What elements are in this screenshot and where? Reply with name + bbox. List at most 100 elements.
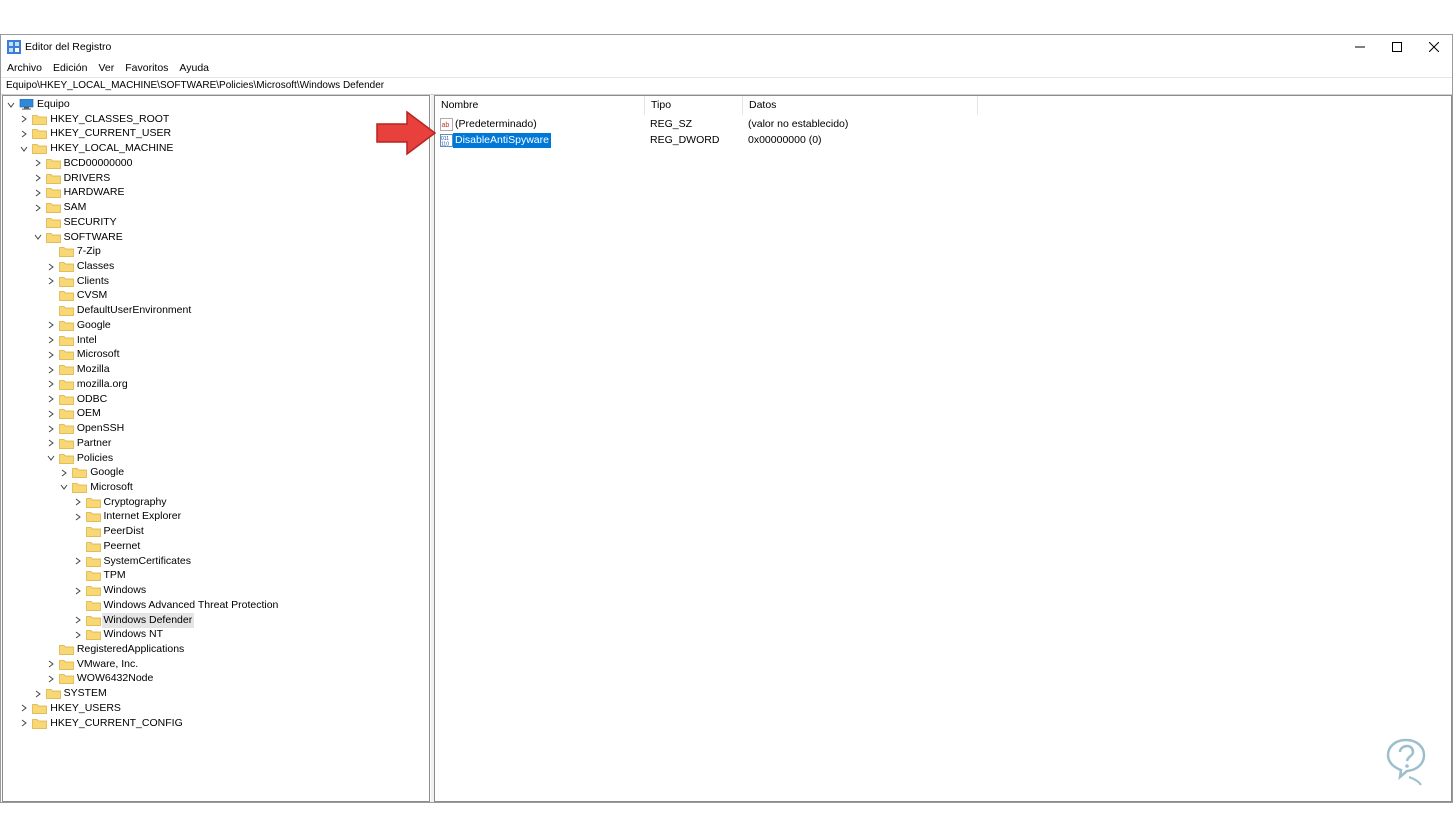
tree-node[interactable]: Windows NT [3, 627, 429, 642]
chevron-down-icon[interactable] [19, 141, 29, 156]
tree-node[interactable]: Microsoft [3, 480, 429, 495]
tree-node[interactable]: mozilla.org [3, 377, 429, 392]
tree-node[interactable]: CVSM [3, 288, 429, 303]
key-tree-pane[interactable]: Equipo HKEY_CLASSES_ROOT HKEY_CURRENT_USER… [2, 95, 430, 802]
tree-node[interactable]: Microsoft [3, 347, 429, 362]
chevron-right-icon[interactable] [73, 554, 83, 569]
tree-node[interactable]: ODBC [3, 392, 429, 407]
chevron-right-icon[interactable] [33, 686, 43, 701]
chevron-right-icon[interactable] [19, 112, 29, 127]
chevron-right-icon[interactable] [73, 495, 83, 510]
tree-node[interactable]: DefaultUserEnvironment [3, 303, 429, 318]
tree-node[interactable]: Cryptography [3, 495, 429, 510]
tree-node[interactable]: Partner [3, 436, 429, 451]
tree-node[interactable]: HKEY_CURRENT_USER [3, 126, 429, 141]
tree-node[interactable]: RegisteredApplications [3, 642, 429, 657]
tree-node-label: HKEY_CURRENT_CONFIG [50, 716, 183, 729]
tree-node[interactable]: HARDWARE [3, 185, 429, 200]
chevron-right-icon[interactable] [33, 156, 43, 171]
tree-node[interactable]: Classes [3, 259, 429, 274]
chevron-right-icon[interactable] [73, 509, 83, 524]
tree-node-label: WOW6432Node [76, 672, 154, 685]
chevron-down-icon[interactable] [33, 230, 43, 245]
chevron-down-icon[interactable] [59, 480, 69, 495]
chevron-right-icon[interactable] [73, 627, 83, 642]
chevron-right-icon[interactable] [19, 126, 29, 141]
window-title: Editor del Registro [25, 41, 112, 53]
tree-node[interactable]: Mozilla [3, 362, 429, 377]
value-row[interactable]: ab (Predeterminado) REG_SZ (valor no establ… [435, 117, 1451, 132]
tree-node[interactable]: 7-Zip [3, 244, 429, 259]
tree-node[interactable]: Windows [3, 583, 429, 598]
tree-node[interactable]: HKEY_USERS [3, 701, 429, 716]
tree-node[interactable]: Windows Advanced Threat Protection [3, 598, 429, 613]
chevron-right-icon[interactable] [46, 657, 56, 672]
chevron-right-icon[interactable] [46, 406, 56, 421]
chevron-right-icon[interactable] [46, 347, 56, 362]
tree-node[interactable]: HKEY_CLASSES_ROOT [3, 112, 429, 127]
chevron-right-icon[interactable] [33, 185, 43, 200]
tree-node[interactable]: TPM [3, 568, 429, 583]
chevron-right-icon[interactable] [46, 421, 56, 436]
chevron-right-icon[interactable] [46, 671, 56, 686]
values-list-pane[interactable]: Nombre Tipo Datos ab (Predeterminado) REG_… [434, 95, 1452, 802]
chevron-right-icon[interactable] [19, 716, 29, 731]
tree-node[interactable]: SOFTWARE [3, 230, 429, 245]
tree-node[interactable]: Equipo [3, 97, 429, 112]
close-icon [1429, 42, 1439, 52]
tree-node[interactable]: Policies [3, 451, 429, 466]
chevron-right-icon[interactable] [73, 583, 83, 598]
chevron-right-icon[interactable] [46, 377, 56, 392]
column-header-type[interactable]: Tipo [645, 96, 743, 115]
tree-node[interactable]: SECURITY [3, 215, 429, 230]
chevron-right-icon[interactable] [46, 392, 56, 407]
tree-node[interactable]: Google [3, 465, 429, 480]
menu-favoritos[interactable]: Favoritos [119, 59, 173, 77]
menu-ver[interactable]: Ver [92, 59, 119, 77]
maximize-button[interactable] [1379, 35, 1415, 59]
tree-node[interactable]: Clients [3, 274, 429, 289]
menu-edicion[interactable]: Edición [47, 59, 92, 77]
tree-node[interactable]: Intel [3, 333, 429, 348]
tree-node[interactable]: Internet Explorer [3, 509, 429, 524]
tree-node[interactable]: OpenSSH [3, 421, 429, 436]
chevron-down-icon[interactable] [6, 97, 16, 112]
address-bar[interactable]: Equipo\HKEY_LOCAL_MACHINE\SOFTWARE\Polic… [1, 77, 1452, 95]
tree-node-label: Windows Defender [101, 612, 195, 628]
tree-node[interactable]: PeerDist [3, 524, 429, 539]
column-header-data[interactable]: Datos [743, 96, 978, 115]
tree-node[interactable]: WOW6432Node [3, 671, 429, 686]
folder-icon [85, 615, 101, 626]
tree-node[interactable]: HKEY_CURRENT_CONFIG [3, 716, 429, 731]
tree-node[interactable]: SystemCertificates [3, 554, 429, 569]
chevron-right-icon[interactable] [46, 436, 56, 451]
chevron-right-icon[interactable] [33, 171, 43, 186]
tree-node[interactable]: OEM [3, 406, 429, 421]
chevron-right-icon[interactable] [33, 200, 43, 215]
chevron-right-icon[interactable] [73, 613, 83, 628]
minimize-button[interactable] [1342, 35, 1378, 59]
chevron-right-icon[interactable] [46, 318, 56, 333]
tree-node[interactable]: DRIVERS [3, 171, 429, 186]
tree-node[interactable]: Google [3, 318, 429, 333]
chevron-right-icon[interactable] [19, 701, 29, 716]
chevron-right-icon[interactable] [46, 362, 56, 377]
tree-node[interactable]: Windows Defender [3, 612, 429, 628]
tree-node[interactable]: SAM [3, 200, 429, 215]
tree-node[interactable]: HKEY_LOCAL_MACHINE [3, 141, 429, 156]
tree-node[interactable]: SYSTEM [3, 686, 429, 701]
chevron-right-icon[interactable] [59, 465, 69, 480]
value-row[interactable]: 011 110 DisableAntiSpyware REG_DWORD 0x00000… [435, 132, 1451, 148]
chevron-down-icon[interactable] [46, 451, 56, 466]
chevron-right-icon[interactable] [46, 333, 56, 348]
chevron-right-icon[interactable] [46, 259, 56, 274]
chevron-right-icon[interactable] [46, 274, 56, 289]
tree-node[interactable]: VMware, Inc. [3, 657, 429, 672]
menu-archivo[interactable]: Archivo [1, 59, 47, 77]
pointer-arrow-icon [376, 110, 437, 156]
menu-ayuda[interactable]: Ayuda [173, 59, 214, 77]
column-header-name[interactable]: Nombre [435, 96, 645, 115]
close-button[interactable] [1416, 35, 1452, 59]
tree-node[interactable]: BCD00000000 [3, 156, 429, 171]
tree-node[interactable]: Peernet [3, 539, 429, 554]
